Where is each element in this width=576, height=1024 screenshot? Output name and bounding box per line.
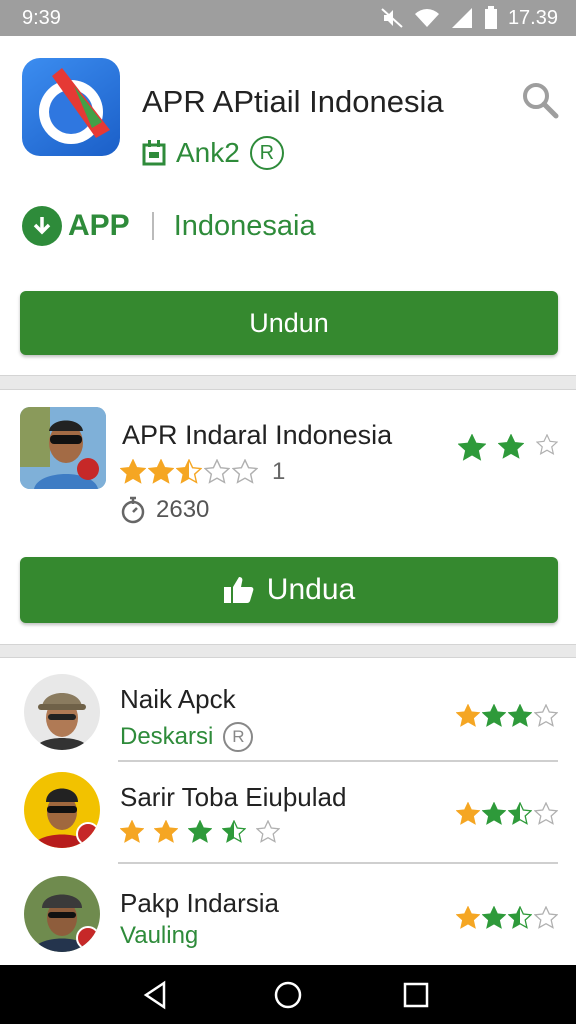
signal-icon — [451, 8, 472, 28]
avatar — [24, 674, 100, 750]
star-icon — [458, 434, 486, 461]
featured-thumbnail — [20, 407, 106, 489]
list-item[interactable]: Sarir Toba Eiuþulad — [0, 770, 576, 870]
list-item-sub-text: Deskarsi — [120, 723, 214, 750]
download-circle-icon — [22, 206, 62, 246]
list-item-name: Pakp Indarsia — [120, 888, 279, 918]
list-item[interactable]: Naik Apck Deskarsi R — [0, 672, 576, 772]
status-time: 9:39 — [22, 7, 61, 29]
list-item-badge: R — [223, 722, 254, 752]
list-item-stars — [456, 704, 558, 728]
featured-app-card[interactable]: APR Indaral Indonesia 1 2630 Undua — [0, 389, 576, 645]
status-bar: 9:39 17.39 — [0, 0, 576, 36]
list-item-sub-text: Vauling — [120, 922, 199, 949]
app-logo-icon[interactable] — [22, 58, 120, 156]
battery-icon — [484, 6, 497, 29]
app-type-label: APP — [68, 209, 130, 242]
star-icon — [534, 906, 558, 929]
status-icons: 17.39 — [380, 6, 558, 30]
star-icon — [482, 802, 506, 825]
star-icon — [534, 704, 558, 727]
star-icon — [120, 820, 144, 843]
navigation-bar — [0, 965, 576, 1024]
list-item-inline-stars — [120, 820, 280, 844]
star-icon — [482, 906, 506, 929]
wifi-icon — [414, 9, 439, 27]
star-icon — [456, 906, 480, 929]
star-icon — [204, 459, 230, 484]
star-icon — [120, 459, 146, 484]
separator — [151, 212, 154, 240]
developer-name: Ank2 — [176, 137, 240, 168]
thumbs-up-icon — [223, 577, 254, 603]
featured-rating-value: 1 — [272, 458, 286, 485]
download-button[interactable]: Undua — [20, 557, 558, 623]
featured-title: APR Indaral Indonesia — [122, 420, 393, 450]
star-icon — [176, 459, 202, 484]
star-icon — [536, 434, 558, 455]
star-icon — [482, 704, 506, 727]
featured-side-stars — [458, 434, 558, 462]
star-icon — [508, 906, 532, 929]
featured-rating-stars: 1 — [120, 458, 285, 486]
star-icon — [148, 459, 174, 484]
list-item-name: Naik Apck — [120, 684, 236, 714]
star-icon — [188, 820, 212, 843]
app-category-row: APP Indonesaia — [22, 206, 316, 246]
search-icon[interactable] — [520, 80, 560, 120]
star-icon — [534, 802, 558, 825]
status-clock: 17.39 — [507, 6, 558, 29]
developer-row[interactable]: Ank2 R — [142, 136, 284, 170]
star-icon — [154, 820, 178, 843]
calendar-icon — [142, 140, 166, 166]
avatar — [24, 876, 100, 952]
list-item[interactable]: Pakp Indarsia Vauling — [0, 874, 576, 974]
featured-count-row: 2630 — [120, 496, 209, 524]
install-button[interactable]: Undun — [20, 291, 558, 355]
list-item-sub: Deskarsi R — [120, 722, 254, 752]
star-icon — [256, 820, 280, 843]
list-item-name: Sarir Toba Eiuþulad — [120, 782, 347, 812]
list-item-sub: Vauling — [120, 922, 198, 950]
list-item-stars — [456, 906, 558, 930]
badge-icon — [76, 926, 100, 950]
back-icon[interactable] — [140, 979, 172, 1011]
star-icon — [456, 802, 480, 825]
star-icon — [508, 704, 532, 727]
app-list: Naik Apck Deskarsi R Sarir Toba Eiuþulad — [0, 657, 576, 965]
list-item-stars — [456, 802, 558, 826]
recents-icon[interactable] — [400, 979, 432, 1011]
developer-badge: R — [249, 136, 284, 170]
badge-icon — [76, 822, 100, 846]
featured-count: 2630 — [156, 496, 210, 523]
app-header-card: APR APtiail Indonesia Ank2 R APP Indones… — [0, 36, 576, 376]
star-icon — [498, 434, 524, 459]
avatar — [24, 772, 100, 848]
divider — [118, 862, 558, 864]
timer-icon — [121, 496, 145, 524]
star-icon — [232, 459, 258, 484]
home-icon[interactable] — [272, 979, 304, 1011]
star-icon — [508, 802, 532, 825]
download-label: Undua — [266, 573, 356, 606]
divider — [118, 760, 558, 762]
star-icon — [222, 820, 246, 843]
app-title: APR APtiail Indonesia — [142, 84, 444, 119]
star-icon — [456, 704, 480, 727]
mute-icon — [381, 8, 403, 28]
region-label: Indonesaia — [173, 209, 316, 242]
